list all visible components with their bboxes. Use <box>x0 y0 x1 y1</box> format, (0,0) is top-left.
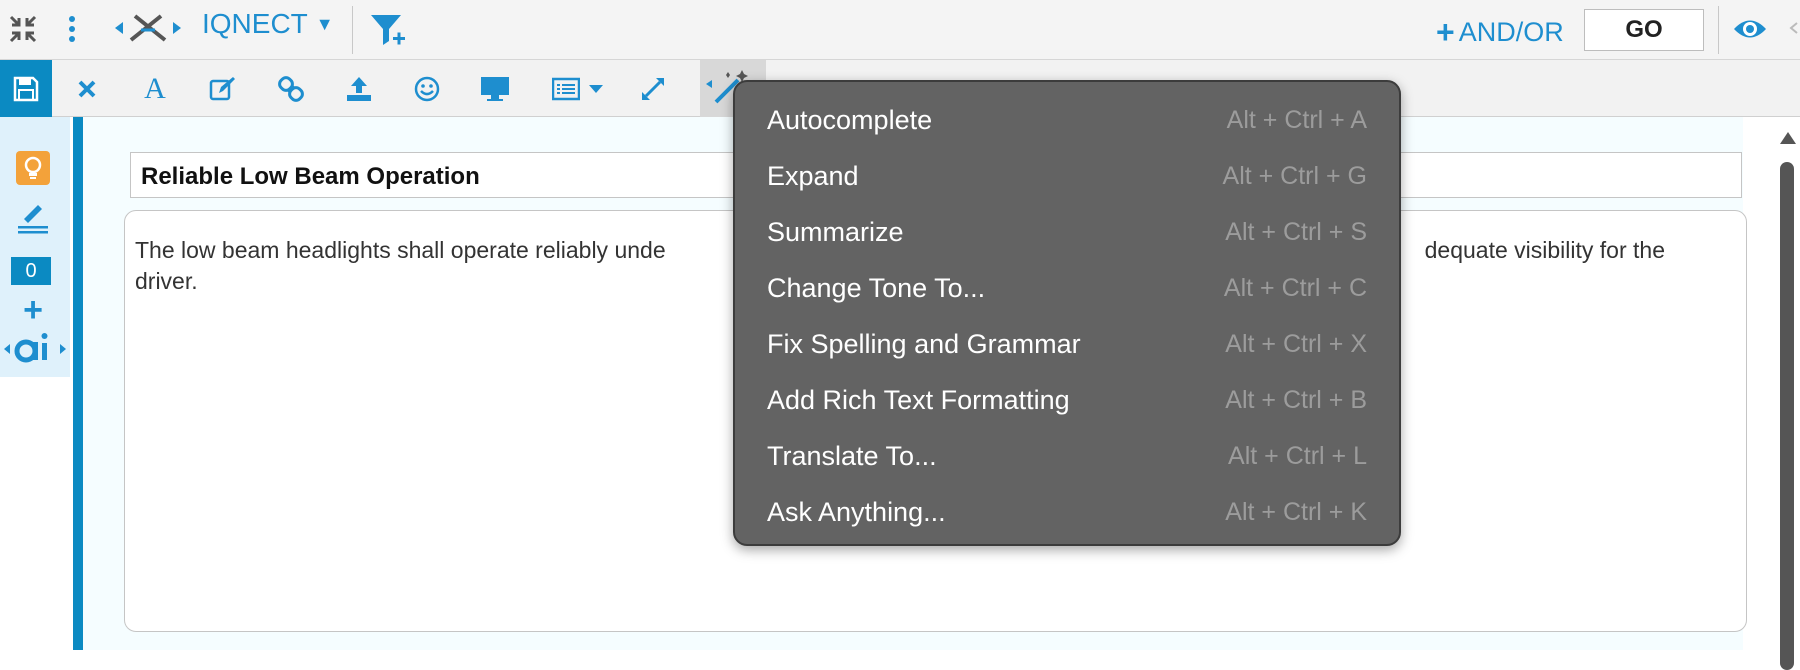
menu-item-label: Expand <box>767 160 859 191</box>
plus-icon: + <box>1436 14 1455 50</box>
description-text-right: dequate visibility for the <box>1424 237 1665 263</box>
menu-item-label: Change Tone To... <box>767 272 986 303</box>
save-button[interactable] <box>0 60 52 117</box>
menu-item-summarize[interactable]: Summarize Alt + Ctrl + S <box>735 204 1399 260</box>
list-dropdown[interactable] <box>548 72 608 106</box>
menu-item-label: Translate To... <box>767 440 937 471</box>
menu-item-shortcut: Alt + Ctrl + X <box>1225 329 1367 358</box>
menu-item-shortcut: Alt + Ctrl + C <box>1223 273 1367 302</box>
chevron-down-icon <box>589 85 603 93</box>
brand-label: IQNECT <box>202 8 308 39</box>
chevron-left-icon[interactable] <box>1786 18 1800 38</box>
collapse-icon[interactable] <box>6 12 40 46</box>
go-button[interactable]: GO <box>1584 9 1704 51</box>
save-icon <box>13 76 39 101</box>
divider <box>352 6 353 54</box>
menu-item-ask-anything[interactable]: Ask Anything... Alt + Ctrl + K <box>735 484 1399 540</box>
menu-item-label: Autocomplete <box>767 104 933 135</box>
eye-icon[interactable] <box>1730 12 1770 46</box>
description-text-left: The low beam headlights shall operate re… <box>135 237 666 263</box>
pen-lines-icon[interactable] <box>14 199 52 239</box>
brand-menu[interactable]: IQNECT ▼ <box>202 8 334 40</box>
menu-item-expand[interactable]: Expand Alt + Ctrl + G <box>735 148 1399 204</box>
accent-bar <box>73 117 83 650</box>
monitor-icon[interactable] <box>478 72 512 106</box>
count-badge[interactable]: 0 <box>11 257 51 285</box>
expand-icon[interactable] <box>636 72 670 106</box>
menu-item-rich-text[interactable]: Add Rich Text Formatting Alt + Ctrl + B <box>735 372 1399 428</box>
top-bar: IQNECT ▼ + AND/OR GO <box>0 0 1800 60</box>
menu-item-fix-spelling[interactable]: Fix Spelling and Grammar Alt + Ctrl + X <box>735 316 1399 372</box>
font-icon[interactable]: A <box>138 72 172 106</box>
menu-item-label: Fix Spelling and Grammar <box>767 328 1081 359</box>
and-or-label: AND/OR <box>1458 17 1564 47</box>
menu-item-label: Add Rich Text Formatting <box>767 384 1070 415</box>
menu-item-shortcut: Alt + Ctrl + B <box>1225 385 1367 414</box>
chevron-down-icon: ▼ <box>315 13 334 34</box>
and-or-button[interactable]: + AND/OR <box>1436 14 1564 51</box>
menu-item-change-tone[interactable]: Change Tone To... Alt + Ctrl + C <box>735 260 1399 316</box>
network-icon[interactable] <box>112 8 184 48</box>
menu-item-shortcut: Alt + Ctrl + A <box>1226 105 1367 134</box>
upload-icon[interactable] <box>342 72 376 106</box>
filter-add-icon[interactable] <box>368 10 408 50</box>
menu-item-shortcut: Alt + Ctrl + L <box>1228 441 1367 470</box>
edit-icon[interactable] <box>206 72 240 106</box>
more-vertical-icon[interactable] <box>60 12 84 46</box>
smiley-icon[interactable] <box>410 72 444 106</box>
scroll-up-arrow[interactable] <box>1780 132 1796 144</box>
menu-item-shortcut: Alt + Ctrl + S <box>1225 217 1367 246</box>
plus-icon[interactable]: + <box>18 293 48 327</box>
left-rail: 0 + <box>0 117 75 670</box>
divider <box>1718 6 1719 54</box>
menu-item-translate[interactable]: Translate To... Alt + Ctrl + L <box>735 428 1399 484</box>
lightbulb-icon[interactable] <box>16 151 50 185</box>
menu-item-shortcut: Alt + Ctrl + G <box>1222 161 1367 190</box>
menu-item-shortcut: Alt + Ctrl + K <box>1225 497 1367 526</box>
ai-icon[interactable] <box>0 329 70 369</box>
link-icon[interactable] <box>274 72 308 106</box>
menu-item-label: Summarize <box>767 216 904 247</box>
menu-item-label: Ask Anything... <box>767 496 946 527</box>
ai-assist-menu: Autocomplete Alt + Ctrl + A Expand Alt +… <box>733 80 1401 546</box>
close-icon[interactable] <box>70 72 104 106</box>
menu-item-autocomplete[interactable]: Autocomplete Alt + Ctrl + A <box>735 92 1399 148</box>
list-icon <box>552 77 580 101</box>
scrollbar-thumb[interactable] <box>1780 162 1794 670</box>
